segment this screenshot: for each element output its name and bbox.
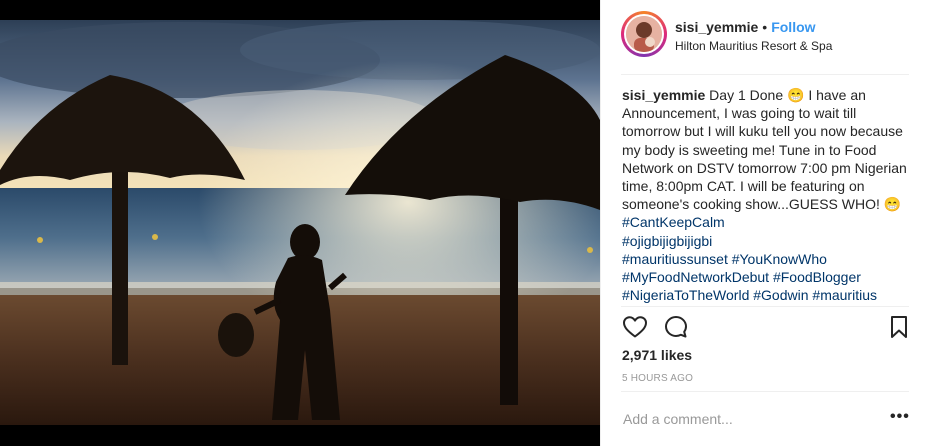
- bookmark-icon[interactable]: [886, 314, 912, 340]
- post-modal: sisi_yemmie • Follow Hilton Mauritius Reso…: [0, 0, 929, 446]
- actions-divider: [621, 306, 909, 307]
- avatar[interactable]: [621, 11, 667, 57]
- hashtag-link[interactable]: #mauritius: [812, 287, 877, 303]
- username-link[interactable]: sisi_yemmie: [675, 19, 758, 35]
- hashtag-link[interactable]: #CantKeepCalm: [622, 214, 725, 230]
- caption-username-link[interactable]: sisi_yemmie: [622, 87, 705, 103]
- comment-bubble-icon[interactable]: [663, 314, 689, 340]
- location-link[interactable]: Hilton Mauritius Resort & Spa: [675, 39, 832, 53]
- separator-dot: •: [762, 19, 768, 35]
- hashtag-link[interactable]: #FoodBlogger: [773, 269, 861, 285]
- avatar-frame: [624, 14, 664, 54]
- avatar-image: [626, 16, 662, 52]
- hashtag-link[interactable]: #Godwin: [753, 287, 808, 303]
- likes-count[interactable]: 2,971 likes: [622, 347, 692, 363]
- more-options-icon[interactable]: •••: [890, 408, 910, 428]
- header-user-line: sisi_yemmie • Follow: [675, 18, 816, 36]
- post-side-panel: sisi_yemmie • Follow Hilton Mauritius Reso…: [600, 0, 929, 446]
- hashtag-link[interactable]: #NigeriaToTheWorld: [622, 287, 749, 303]
- hashtag-link[interactable]: #mauritiussunset: [622, 251, 728, 267]
- post-timestamp[interactable]: 5 HOURS AGO: [622, 373, 693, 384]
- avatar-photo-icon: [626, 16, 662, 52]
- comment-input[interactable]: [623, 409, 863, 429]
- beach-photo-image: [0, 20, 600, 425]
- caption-text: Day 1 Done 😁 I have an Announcement, I w…: [622, 87, 907, 213]
- caption: sisi_yemmie Day 1 Done 😁 I have an Annou…: [622, 86, 912, 304]
- heart-outline-icon[interactable]: [622, 314, 648, 340]
- comment-divider: [621, 391, 909, 392]
- hashtag-link[interactable]: #ojigbijigbijigbi: [622, 233, 712, 249]
- post-photo[interactable]: [0, 20, 600, 425]
- header-divider: [621, 74, 909, 75]
- action-bar: [621, 314, 911, 340]
- hashtag-link[interactable]: #MyFoodNetworkDebut: [622, 269, 769, 285]
- post-header: sisi_yemmie • Follow Hilton Mauritius Reso…: [601, 0, 929, 74]
- hashtag-link[interactable]: #YouKnowWho: [732, 251, 827, 267]
- follow-button[interactable]: Follow: [771, 19, 815, 35]
